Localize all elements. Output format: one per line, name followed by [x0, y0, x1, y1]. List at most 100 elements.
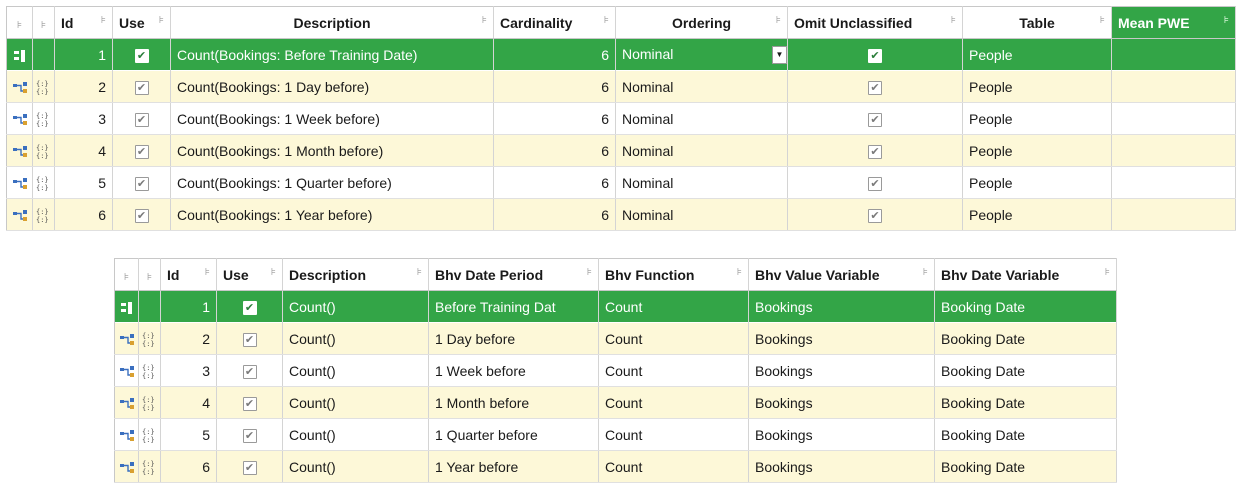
cell-description[interactable]: Count(Bookings: 1 Week before)	[170, 102, 494, 135]
cell-bhv-value-variable[interactable]: Bookings	[748, 322, 935, 355]
row-indicator[interactable]	[6, 38, 33, 71]
cell-description[interactable]: Count()	[282, 450, 429, 483]
row-variable-cell[interactable]: {:} {:}	[32, 70, 55, 103]
cell-use[interactable]: ✔	[112, 198, 171, 231]
cell-ordering[interactable]: Nominal	[615, 70, 788, 103]
cell-bhv-date-period[interactable]: 1 Quarter before	[428, 418, 599, 451]
omit-checkbox[interactable]: ✔	[868, 48, 882, 63]
cell-bhv-function[interactable]: Count	[598, 450, 749, 483]
cell-omit-unclassified[interactable]: ✔	[787, 38, 963, 71]
use-checkbox[interactable]: ✔	[242, 364, 257, 379]
omit-checkbox[interactable]: ✔	[868, 144, 882, 159]
cell-description[interactable]: Count(Bookings: 1 Year before)	[170, 198, 494, 231]
cell-bhv-date-variable[interactable]: Booking Date	[934, 418, 1117, 451]
row-indicator[interactable]	[6, 102, 33, 135]
cell-use[interactable]: ✔	[216, 450, 283, 483]
row-indicator[interactable]	[114, 418, 139, 451]
chevron-down-icon[interactable]: ▼	[772, 45, 787, 64]
cell-omit-unclassified[interactable]: ✔	[787, 134, 963, 167]
header-description[interactable]: Description ⊧	[170, 6, 494, 39]
use-checkbox[interactable]: ✔	[134, 80, 149, 95]
cell-bhv-date-period[interactable]: 1 Day before	[428, 322, 599, 355]
cell-use[interactable]: ✔	[112, 70, 171, 103]
table-row[interactable]: {:} {:} 5 ✔ Count(Bookings: 1 Quarter bef…	[6, 166, 1236, 199]
row-variable-cell[interactable]: {:} {:}	[138, 450, 161, 483]
cell-bhv-date-period[interactable]: 1 Year before	[428, 450, 599, 483]
omit-checkbox[interactable]: ✔	[868, 112, 882, 127]
header-bhv-value-variable[interactable]: Bhv Value Variable ⊧	[748, 258, 935, 291]
cell-use[interactable]: ✔	[216, 386, 283, 419]
cell-use[interactable]: ✔	[216, 418, 283, 451]
cell-omit-unclassified[interactable]: ✔	[787, 198, 963, 231]
cell-bhv-value-variable[interactable]: Bookings	[748, 386, 935, 419]
cell-bhv-function[interactable]: Count	[598, 322, 749, 355]
cell-bhv-date-variable[interactable]: Booking Date	[934, 290, 1117, 323]
row-indicator[interactable]	[6, 166, 33, 199]
cell-description[interactable]: Count(Bookings: 1 Quarter before)	[170, 166, 494, 199]
header-id[interactable]: Id ⊧	[54, 6, 113, 39]
cell-description[interactable]: Count()	[282, 386, 429, 419]
cell-bhv-function[interactable]: Count	[598, 290, 749, 323]
header-description[interactable]: Description ⊧	[282, 258, 429, 291]
cell-use[interactable]: ✔	[112, 134, 171, 167]
cell-omit-unclassified[interactable]: ✔	[787, 102, 963, 135]
cell-ordering[interactable]: Nominal	[615, 134, 788, 167]
cell-bhv-date-variable[interactable]: Booking Date	[934, 322, 1117, 355]
header-bhv-function[interactable]: Bhv Function ⊧	[598, 258, 749, 291]
use-checkbox[interactable]: ✔	[134, 112, 149, 127]
header-bhv-date-variable[interactable]: Bhv Date Variable ⊧	[934, 258, 1117, 291]
cell-ordering[interactable]: Nominal	[615, 102, 788, 135]
table-row[interactable]: {:} {:} 5 ✔ Count() 1 Quarter before Coun…	[114, 418, 1117, 451]
cell-bhv-date-period[interactable]: 1 Week before	[428, 354, 599, 387]
use-checkbox[interactable]: ✔	[242, 396, 257, 411]
cell-bhv-value-variable[interactable]: Bookings	[748, 450, 935, 483]
row-variable-cell[interactable]: {:} {:}	[138, 418, 161, 451]
cell-bhv-value-variable[interactable]: Bookings	[748, 290, 935, 323]
header-omit-unclassified[interactable]: Omit Unclassified ⊧	[787, 6, 963, 39]
table-row[interactable]: {:} {:} 2 ✔ Count(Bookings: 1 Day before)…	[6, 70, 1236, 103]
cell-ordering[interactable]: Nominal	[615, 166, 788, 199]
row-variable-cell[interactable]: {:} {:}	[138, 322, 161, 355]
cell-use[interactable]: ✔	[216, 322, 283, 355]
header-mean-pwe[interactable]: Mean PWE ⊧	[1111, 6, 1236, 39]
header-ordering[interactable]: Ordering ⊧	[615, 6, 788, 39]
row-variable-cell[interactable]: {:} {:}	[138, 386, 161, 419]
cell-description[interactable]: Count()	[282, 354, 429, 387]
use-checkbox[interactable]: ✔	[134, 144, 149, 159]
cell-ordering[interactable]: Nominal	[615, 198, 788, 231]
use-checkbox[interactable]: ✔	[134, 176, 149, 191]
cell-bhv-function[interactable]: Count	[598, 386, 749, 419]
table-row[interactable]: {:} {:} 3 ✔ Count() 1 Week before Count B…	[114, 354, 1117, 387]
header-cardinality[interactable]: Cardinality ⊧	[493, 6, 616, 39]
table-row[interactable]: 1 ✔ Count() Before Training Dat Count Bo…	[114, 290, 1117, 323]
cell-use[interactable]: ✔	[112, 38, 171, 71]
cell-description[interactable]: Count()	[282, 418, 429, 451]
row-variable-cell[interactable]	[32, 38, 55, 71]
header-use[interactable]: Use ⊧	[216, 258, 283, 291]
use-checkbox[interactable]: ✔	[134, 48, 149, 63]
omit-checkbox[interactable]: ✔	[868, 80, 882, 95]
row-variable-cell[interactable]: {:} {:}	[32, 198, 55, 231]
row-indicator[interactable]	[114, 290, 139, 323]
header-pin-1[interactable]: ⊧	[114, 258, 139, 291]
cell-bhv-date-variable[interactable]: Booking Date	[934, 450, 1117, 483]
header-pin-2[interactable]: ⊧	[32, 6, 55, 39]
cell-use[interactable]: ✔	[112, 166, 171, 199]
row-indicator[interactable]	[6, 198, 33, 231]
header-id[interactable]: Id ⊧	[160, 258, 217, 291]
row-indicator[interactable]	[114, 450, 139, 483]
use-checkbox[interactable]: ✔	[242, 300, 257, 315]
use-checkbox[interactable]: ✔	[134, 208, 149, 223]
header-pin-1[interactable]: ⊧	[6, 6, 33, 39]
table-row[interactable]: {:} {:} 4 ✔ Count(Bookings: 1 Month befor…	[6, 134, 1236, 167]
cell-description[interactable]: Count(Bookings: 1 Month before)	[170, 134, 494, 167]
cell-description[interactable]: Count(Bookings: Before Training Date)	[170, 38, 494, 71]
cell-use[interactable]: ✔	[112, 102, 171, 135]
use-checkbox[interactable]: ✔	[242, 460, 257, 475]
row-variable-cell[interactable]: {:} {:}	[32, 102, 55, 135]
cell-description[interactable]: Count()	[282, 290, 429, 323]
row-indicator[interactable]	[6, 134, 33, 167]
table-row[interactable]: {:} {:} 2 ✔ Count() 1 Day before Count Bo…	[114, 322, 1117, 355]
row-indicator[interactable]	[114, 354, 139, 387]
cell-ordering[interactable]: Nominal ▼	[615, 38, 788, 71]
